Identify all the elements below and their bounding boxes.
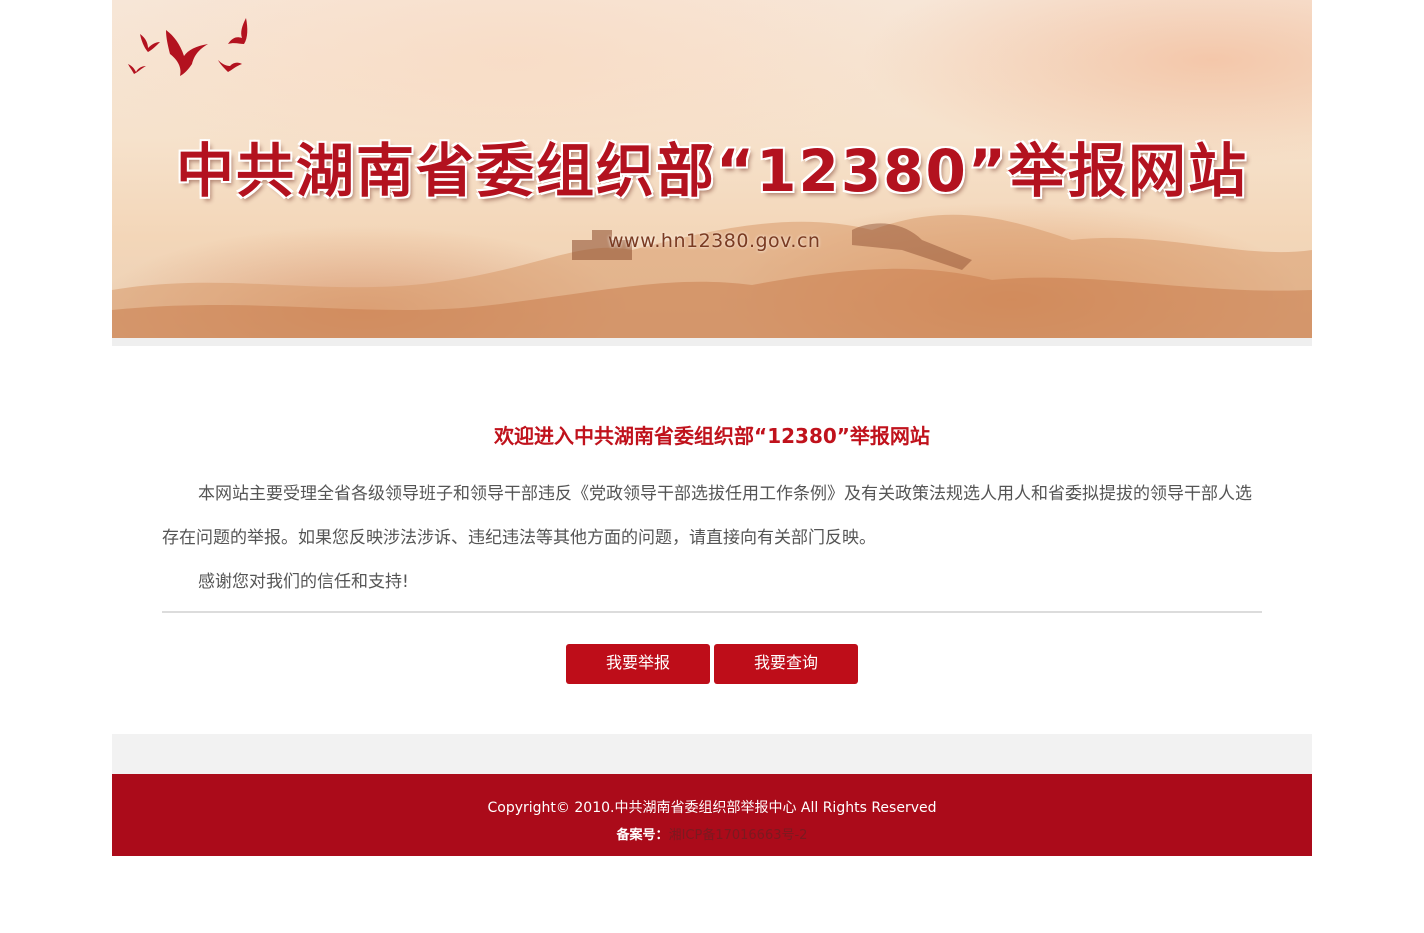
icp-label: 备案号：	[616, 828, 669, 843]
divider	[162, 611, 1262, 613]
welcome-heading: 欢迎进入中共湖南省委组织部“12380”举报网站	[494, 424, 930, 448]
doves-logo-icon	[128, 18, 248, 76]
icp-link[interactable]: 湘ICP备17016663号-2	[669, 828, 808, 843]
query-button[interactable]: 我要查询	[714, 644, 858, 684]
great-wall-landscape	[112, 214, 1312, 340]
report-button[interactable]: 我要举报	[566, 644, 710, 684]
thanks-text: 感谢您对我们的信任和支持!	[198, 572, 409, 592]
header-banner: 中共湖南省委组织部“12380”举报网站 www.hn12380.gov.cn	[112, 0, 1312, 340]
banner-separator	[112, 338, 1312, 346]
icp-record: 备案号：湘ICP备17016663号-2	[112, 824, 1312, 843]
banner-title: 中共湖南省委组织部“12380”举报网站	[175, 137, 1249, 205]
copyright-text: Copyright© 2010.中共湖南省委组织部举报中心 All Rights…	[487, 800, 937, 816]
footer-spacer	[112, 734, 1312, 774]
footer: Copyright© 2010.中共湖南省委组织部举报中心 All Rights…	[112, 774, 1312, 856]
main-content: 欢迎进入中共湖南省委组织部“12380”举报网站 本网站主要受理全省各级领导班子…	[112, 346, 1312, 734]
intro-paragraph: 本网站主要受理全省各级领导班子和领导干部违反《党政领导干部选拔任用工作条例》及有…	[162, 484, 1252, 548]
banner-url: www.hn12380.gov.cn	[608, 230, 821, 252]
